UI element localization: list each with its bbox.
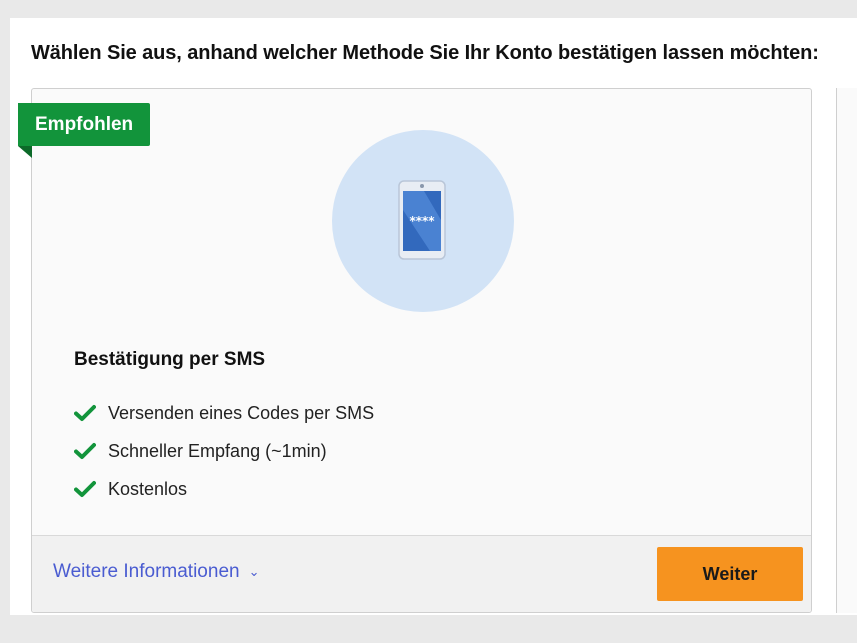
- sms-verification-card[interactable]: Empfohlen **** Bestätigung per SMS Verse…: [18, 88, 812, 613]
- card-footer: Weitere Informationen ⌄ Weiter: [32, 535, 811, 612]
- next-button[interactable]: Weiter: [657, 547, 803, 601]
- page-heading: Wählen Sie aus, anhand welcher Methode S…: [31, 42, 819, 64]
- feature-item: Kostenlos: [74, 470, 374, 508]
- ribbon-fold: [18, 146, 32, 158]
- recommended-ribbon: Empfohlen: [18, 103, 151, 146]
- feature-item: Versenden eines Codes per SMS: [74, 394, 374, 432]
- phone-icon: ****: [398, 180, 446, 260]
- feature-item: Schneller Empfang (~1min): [74, 432, 374, 470]
- feature-text: Versenden eines Codes per SMS: [108, 402, 375, 423]
- chevron-down-icon: ⌄: [248, 564, 260, 579]
- feature-text: Kostenlos: [108, 478, 188, 499]
- next-card-edge: [836, 88, 857, 613]
- more-info-link[interactable]: Weitere Informationen ⌄: [53, 561, 259, 583]
- verification-panel: Wählen Sie aus, anhand welcher Methode S…: [10, 18, 857, 615]
- check-icon: [74, 481, 96, 497]
- feature-list: Versenden eines Codes per SMS Schneller …: [74, 394, 374, 508]
- more-info-label: Weitere Informationen: [53, 561, 240, 582]
- check-icon: [74, 443, 96, 459]
- card-title: Bestätigung per SMS: [74, 349, 266, 370]
- phone-screen-text: ****: [409, 214, 435, 228]
- feature-text: Schneller Empfang (~1min): [108, 440, 327, 461]
- check-icon: [74, 405, 96, 421]
